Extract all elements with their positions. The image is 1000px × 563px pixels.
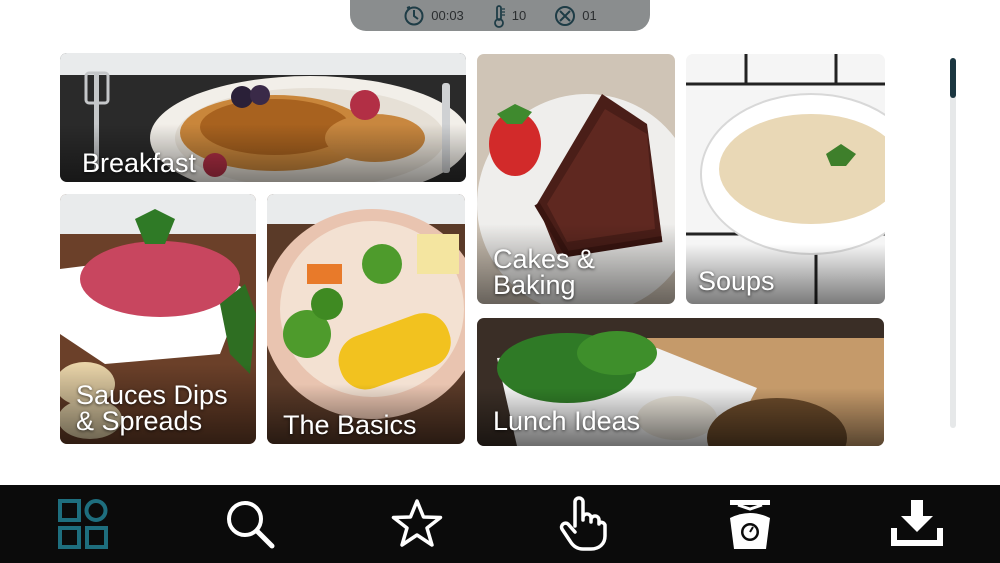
speed-fan-icon (555, 5, 576, 26)
grid-icon (58, 499, 109, 549)
nav-favorites-button[interactable] (377, 494, 457, 554)
download-icon (890, 500, 943, 546)
thermometer-icon (493, 4, 505, 28)
category-label: The Basics (283, 410, 417, 440)
hand-pointer-icon (560, 496, 608, 551)
nav-download-button[interactable] (877, 494, 957, 554)
temperature-status: 10 (492, 4, 526, 28)
category-soups[interactable]: Soups (686, 54, 885, 304)
category-cakes-baking[interactable]: Cakes & Baking (477, 54, 675, 304)
scrollbar[interactable] (950, 58, 956, 428)
scale-icon (729, 500, 770, 549)
category-breakfast[interactable]: Breakfast (60, 53, 466, 182)
category-label: Lunch Ideas (493, 406, 641, 436)
scrollbar-thumb[interactable] (950, 58, 956, 98)
bottom-nav (0, 485, 1000, 563)
nav-search-button[interactable] (210, 494, 290, 554)
timer-icon (404, 5, 424, 25)
category-label: Cakes & Baking (493, 244, 596, 300)
category-label: Sauces Dips & Spreads (76, 380, 228, 436)
search-icon (226, 501, 275, 549)
speed-value: 01 (582, 8, 597, 23)
nav-guided-cooking-button[interactable] (543, 494, 623, 554)
category-the-basics[interactable]: The Basics (267, 194, 465, 444)
star-icon (391, 499, 442, 547)
nav-scale-button[interactable] (710, 494, 790, 554)
category-label: Soups (698, 266, 775, 296)
timer-value: 00:03 (431, 8, 464, 23)
category-lunch-ideas[interactable]: Lunch Ideas (477, 318, 884, 446)
speed-status: 01 (554, 5, 597, 27)
temperature-value: 10 (511, 8, 527, 23)
status-bar: 00:03 10 01 (350, 0, 650, 31)
category-label: Breakfast (82, 148, 197, 178)
nav-categories-button[interactable] (43, 494, 123, 554)
timer-status: 00:03 (403, 5, 464, 27)
category-sauces-dips-spreads[interactable]: Sauces Dips & Spreads (60, 194, 256, 444)
vegetables-image (267, 194, 465, 444)
